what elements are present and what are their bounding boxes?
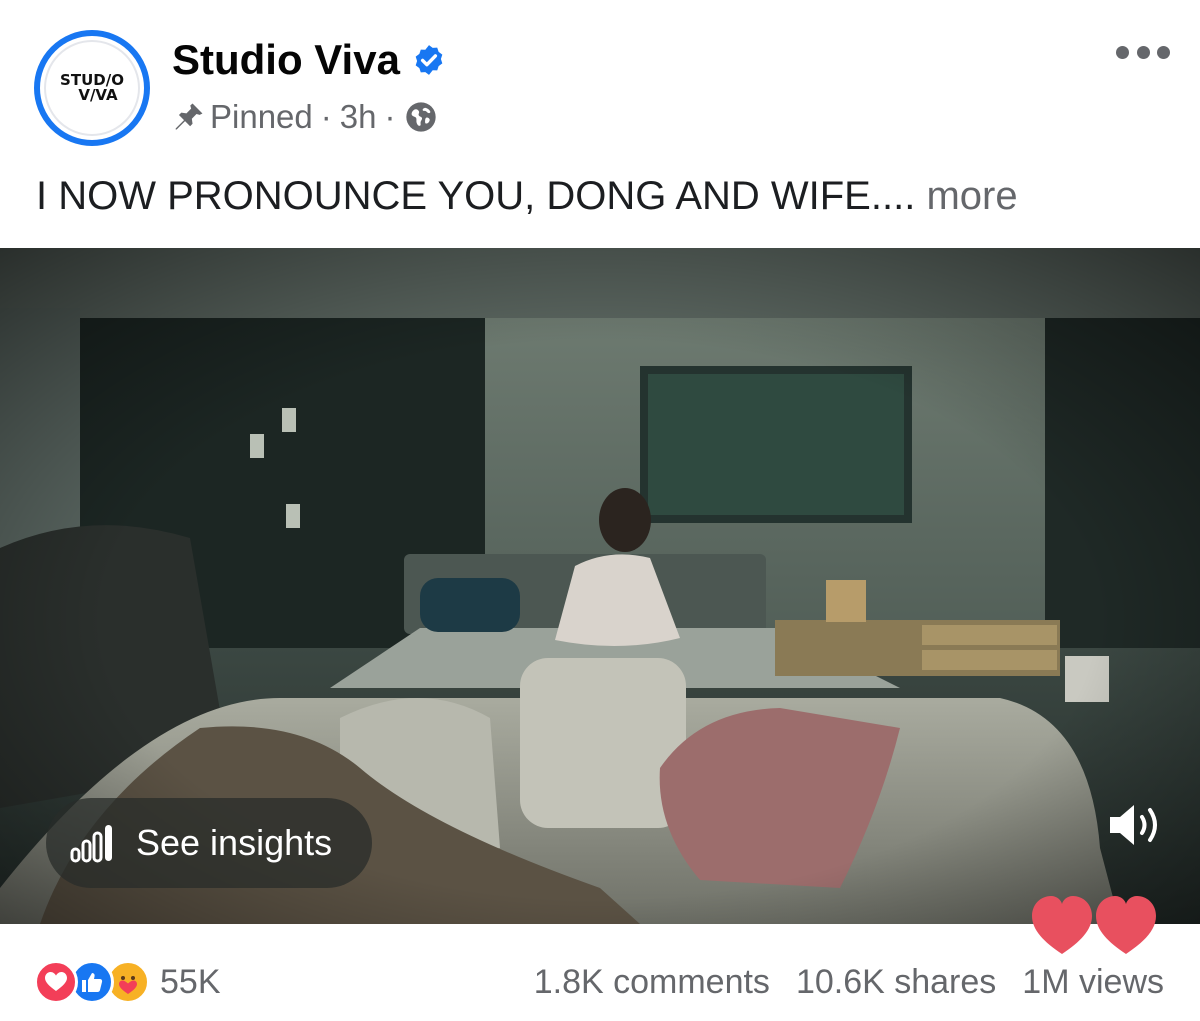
post-meta: Pinned · 3h · <box>172 98 437 136</box>
shares-count-link[interactable]: 10.6K shares <box>796 963 996 1002</box>
engagement-stats: 1.8K comments 10.6K shares 1M views <box>534 963 1164 1002</box>
pinned-label: Pinned <box>210 98 313 135</box>
reaction-count: 55K <box>160 962 221 1001</box>
page-avatar[interactable]: STUD/O V/VA <box>34 30 150 146</box>
verified-badge-icon <box>415 45 443 75</box>
see-insights-label: See insights <box>136 822 333 863</box>
speaker-on-icon[interactable] <box>1106 800 1166 850</box>
logo-line-2: V/VA <box>78 86 118 104</box>
views-count: 1M views <box>1022 963 1164 1001</box>
page-name[interactable]: Studio Viva <box>172 36 400 84</box>
page-name-row[interactable]: Studio Viva <box>172 36 446 84</box>
love-reaction-icon <box>34 960 78 1004</box>
post-time[interactable]: 3h <box>340 98 377 136</box>
floating-hearts-icon <box>1032 896 1156 954</box>
comments-count-link[interactable]: 1.8K comments <box>534 963 770 1002</box>
see-more-link[interactable]: more <box>915 174 1017 218</box>
caption-text: I NOW PRONOUNCE YOU, DONG AND WIFE.... <box>36 174 916 218</box>
reactions-summary[interactable]: 55K <box>34 960 221 1004</box>
insights-bar-chart-icon <box>70 825 112 863</box>
video-player[interactable]: See insights <box>0 248 1200 924</box>
more-options-icon[interactable] <box>1116 42 1170 62</box>
studio-viva-logo: STUD/O V/VA <box>44 40 140 136</box>
see-insights-button[interactable]: See insights <box>46 798 372 888</box>
globe-icon <box>406 102 437 132</box>
post-caption: I NOW PRONOUNCE YOU, DONG AND WIFE.... m… <box>36 174 1018 219</box>
pin-icon <box>175 103 203 130</box>
